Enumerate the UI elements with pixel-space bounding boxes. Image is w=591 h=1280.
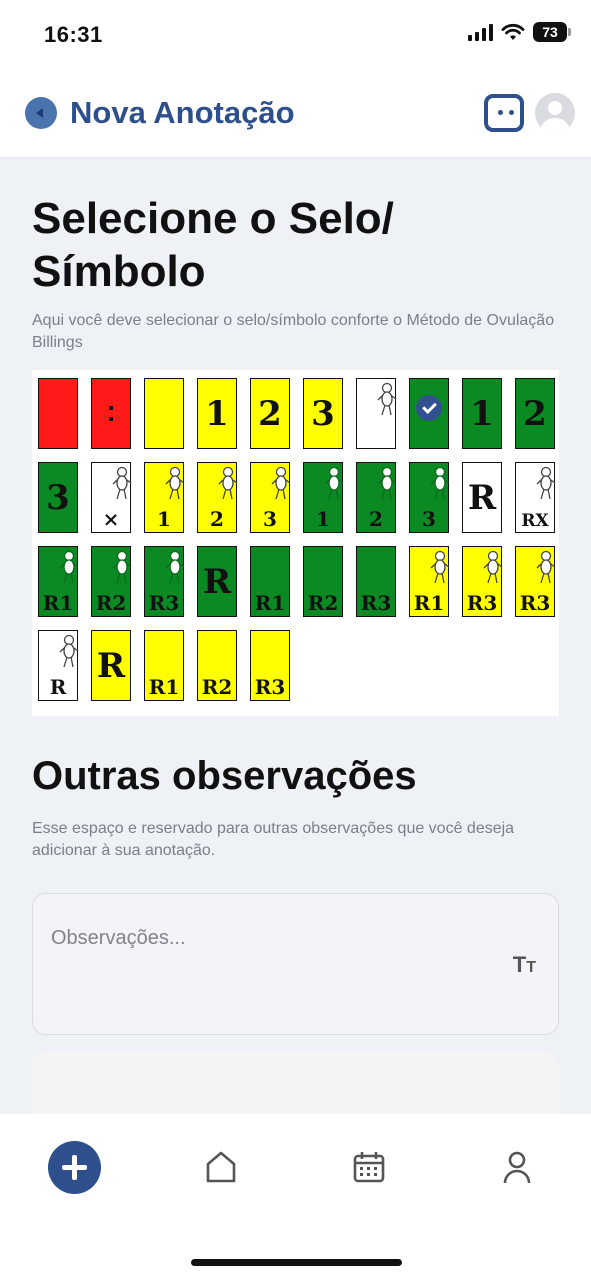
stamp-3-8[interactable]: R1 <box>409 546 450 617</box>
stamp-2-8[interactable]: 3 <box>409 462 450 533</box>
stamp-1-9[interactable]: 1 <box>462 378 502 449</box>
stamp-label: 2 <box>369 507 383 531</box>
stamp-label: × <box>102 507 120 531</box>
stamp-2-2[interactable]: × <box>91 462 132 533</box>
stamp-grid: 1 2 3 1 2 3 × 1 2 3 1 2 3 R RX R1 R2 R3 R R1 R2 R3 R1 R3 R3 R R R1 R… <box>32 370 559 716</box>
dots-mark <box>109 406 113 421</box>
observations-input[interactable]: Observações... TT <box>32 893 559 1035</box>
stamp-4-3[interactable]: R1 <box>144 630 184 701</box>
stamp-label: 1 <box>157 507 171 531</box>
stamp-2-3[interactable]: 1 <box>144 462 185 533</box>
stamp-1-5[interactable]: 2 <box>250 378 290 449</box>
stamp-1-2[interactable] <box>91 378 131 449</box>
stamp-label: RX <box>521 511 549 531</box>
stamp-label: R <box>202 561 232 602</box>
home-icon[interactable] <box>204 1150 238 1184</box>
section-title-notes: Outras observações <box>32 754 417 798</box>
wifi-icon <box>501 23 525 40</box>
stamp-label: R3 <box>254 675 286 699</box>
stamp-label: 2 <box>210 507 224 531</box>
stamp-3-9[interactable]: R3 <box>462 546 503 617</box>
app-header: Nova Anotação <box>0 70 591 158</box>
stamp-label: 3 <box>46 477 70 518</box>
stamp-2-7[interactable]: 2 <box>356 462 397 533</box>
home-indicator <box>191 1259 402 1266</box>
stamp-label: R <box>96 645 126 686</box>
stamp-3-10[interactable]: R3 <box>515 546 556 617</box>
stamp-1-8[interactable] <box>409 378 449 449</box>
stamp-label: R3 <box>148 591 180 615</box>
stamp-3-1[interactable]: R1 <box>38 546 79 617</box>
stamp-3-4[interactable]: R <box>197 546 237 617</box>
status-bar: 16:31 73 <box>0 0 591 70</box>
stamp-1-10[interactable]: 2 <box>515 378 555 449</box>
stamp-2-1[interactable]: 3 <box>38 462 78 533</box>
stamp-3-2[interactable]: R2 <box>91 546 132 617</box>
text-size-icon[interactable]: TT <box>513 952 536 978</box>
stamp-3-6[interactable]: R2 <box>303 546 343 617</box>
stamp-label: R1 <box>148 675 180 699</box>
main-content: Selecione o Selo/ Símbolo Aqui você deve… <box>0 158 591 1114</box>
stamp-label: R2 <box>307 591 339 615</box>
calendar-icon[interactable] <box>352 1150 386 1184</box>
tab-bar <box>0 1114 591 1280</box>
section-description-stamp: Aqui você deve selecionar o selo/símbolo… <box>32 312 555 351</box>
stamp-4-1[interactable]: R <box>38 630 79 701</box>
stamp-1-4[interactable]: 1 <box>197 378 237 449</box>
stamp-2-4[interactable]: 2 <box>197 462 238 533</box>
observations-placeholder: Observações... <box>51 927 186 949</box>
stamp-3-5[interactable]: R1 <box>250 546 290 617</box>
stamp-1-1[interactable] <box>38 378 78 449</box>
next-card <box>32 1051 559 1114</box>
stamp-4-5[interactable]: R3 <box>250 630 290 701</box>
stamp-3-7[interactable]: R3 <box>356 546 396 617</box>
stamp-1-7[interactable] <box>356 378 397 449</box>
stamp-2-9[interactable]: R <box>462 462 502 533</box>
back-button[interactable] <box>25 97 57 129</box>
stamp-label: R1 <box>42 591 74 615</box>
stamp-label: R <box>49 675 67 699</box>
status-icons: 73 <box>468 22 571 42</box>
stamp-label: R2 <box>95 591 127 615</box>
stamp-1-3[interactable] <box>144 378 184 449</box>
signal-icon <box>468 23 493 41</box>
stamp-2-10[interactable]: RX <box>515 462 556 533</box>
plus-icon[interactable] <box>48 1141 101 1194</box>
stamp-label: R1 <box>254 591 286 615</box>
battery-icon: 73 <box>533 22 571 42</box>
stamp-label: R3 <box>519 591 551 615</box>
avatar[interactable] <box>535 93 575 133</box>
section-title-stamp: Selecione o Selo/ Símbolo <box>32 194 394 296</box>
stamp-3-3[interactable]: R3 <box>144 546 185 617</box>
stamp-4-2[interactable]: R <box>91 630 131 701</box>
check-icon <box>416 395 442 421</box>
stamp-label: 1 <box>470 393 494 434</box>
stamp-label: 3 <box>263 507 277 531</box>
stamp-label: 2 <box>523 393 547 434</box>
stamp-label: 1 <box>205 393 229 434</box>
stamp-label: R3 <box>466 591 498 615</box>
stamp-2-5[interactable]: 3 <box>250 462 291 533</box>
stamp-label: R3 <box>360 591 392 615</box>
stamp-1-6[interactable]: 3 <box>303 378 343 449</box>
stamp-2-6[interactable]: 1 <box>303 462 344 533</box>
stamp-label: 3 <box>422 507 436 531</box>
chat-icon[interactable] <box>484 94 524 132</box>
status-time: 16:31 <box>44 22 103 47</box>
stamp-label: 3 <box>311 393 335 434</box>
stamp-label: R <box>467 477 497 518</box>
stamp-label: 1 <box>316 507 330 531</box>
profile-icon[interactable] <box>500 1150 534 1184</box>
stamp-label: R1 <box>413 591 445 615</box>
stamp-label: R2 <box>201 675 233 699</box>
stamp-4-4[interactable]: R2 <box>197 630 237 701</box>
page-title: Nova Anotação <box>70 95 295 130</box>
section-description-notes: Esse espaço e reservado para outras obse… <box>32 820 515 859</box>
stamp-label: 2 <box>258 393 282 434</box>
